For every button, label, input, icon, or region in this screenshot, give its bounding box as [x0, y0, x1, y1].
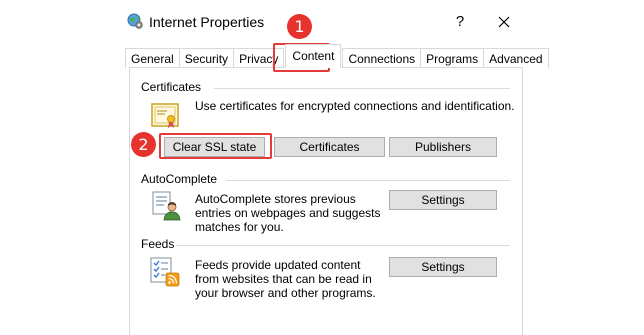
- feeds-group-label: Feeds: [141, 237, 175, 251]
- autocomplete-group-label: AutoComplete: [141, 172, 218, 186]
- internet-properties-window: Internet Properties ? General Security P…: [118, 0, 549, 335]
- tab-connections[interactable]: Connections: [342, 48, 422, 68]
- tab-content[interactable]: Content: [285, 44, 342, 68]
- content-tab-panel: Certificates Use certificates for encryp…: [129, 67, 523, 335]
- autocomplete-settings-label: Settings: [421, 193, 465, 207]
- tab-privacy[interactable]: Privacy: [233, 48, 285, 68]
- certificates-description: Use certificates for encrypted connectio…: [195, 99, 515, 113]
- tab-strip: General Security Privacy Content Connect…: [125, 44, 549, 68]
- clear-ssl-state-button[interactable]: Clear SSL state: [164, 137, 265, 157]
- certificates-group-label: Certificates: [141, 80, 202, 94]
- certificate-icon: [151, 103, 179, 128]
- autocomplete-settings-button[interactable]: Settings: [389, 190, 497, 210]
- tab-programs[interactable]: Programs: [420, 48, 485, 68]
- step-2-callout: 2: [131, 132, 156, 157]
- tab-security[interactable]: Security: [178, 48, 235, 68]
- globe-gear-icon: [127, 13, 143, 29]
- feeds-settings-button[interactable]: Settings: [389, 257, 497, 277]
- certificates-button-label: Certificates: [299, 140, 360, 154]
- feeds-settings-label: Settings: [421, 260, 465, 274]
- help-button[interactable]: ?: [450, 12, 470, 32]
- feeds-rss-icon: [150, 257, 180, 287]
- tab-general[interactable]: General: [125, 48, 180, 68]
- certificates-divider: [214, 88, 510, 89]
- clear-ssl-state-label: Clear SSL state: [172, 140, 257, 154]
- autocomplete-description: AutoComplete stores previous entries on …: [195, 192, 381, 234]
- publishers-button-label: Publishers: [414, 140, 472, 154]
- step-1-callout: 1: [287, 14, 312, 39]
- certificates-button[interactable]: Certificates: [274, 137, 385, 157]
- feeds-divider: [176, 245, 510, 246]
- screenshot-stage: Internet Properties ? General Security P…: [0, 0, 644, 335]
- feeds-description: Feeds provide updated content from websi…: [195, 258, 376, 300]
- window-title: Internet Properties: [149, 14, 265, 30]
- autocomplete-divider: [226, 180, 510, 181]
- autocomplete-user-icon: [152, 191, 181, 221]
- tab-advanced[interactable]: Advanced: [483, 48, 549, 68]
- title-bar: Internet Properties ?: [118, 0, 528, 44]
- close-icon[interactable]: [493, 11, 515, 33]
- publishers-button[interactable]: Publishers: [389, 137, 497, 157]
